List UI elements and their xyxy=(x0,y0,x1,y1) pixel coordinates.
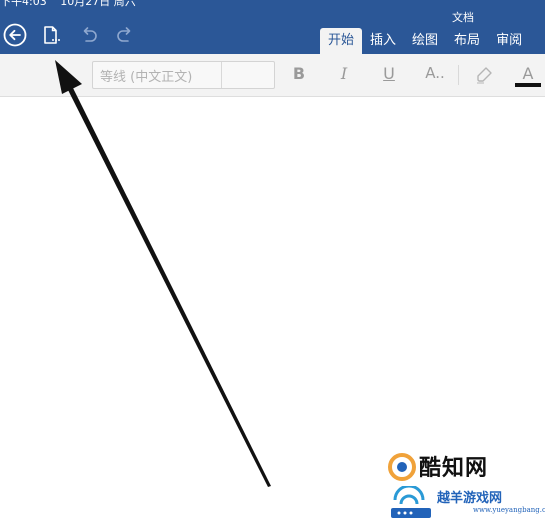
watermark-text-primary: 酷知网 xyxy=(419,456,489,481)
watermark-url: www.yueyangbang.com xyxy=(473,506,545,514)
annotation-arrow xyxy=(55,60,271,487)
watermark-text-secondary: 越羊游戏网 xyxy=(437,491,503,506)
watermark-logo-icon xyxy=(388,453,416,481)
wifi-router-icon xyxy=(391,486,431,518)
watermark: 酷知网 越羊游戏网 www.yueyangbang.com xyxy=(385,450,545,522)
